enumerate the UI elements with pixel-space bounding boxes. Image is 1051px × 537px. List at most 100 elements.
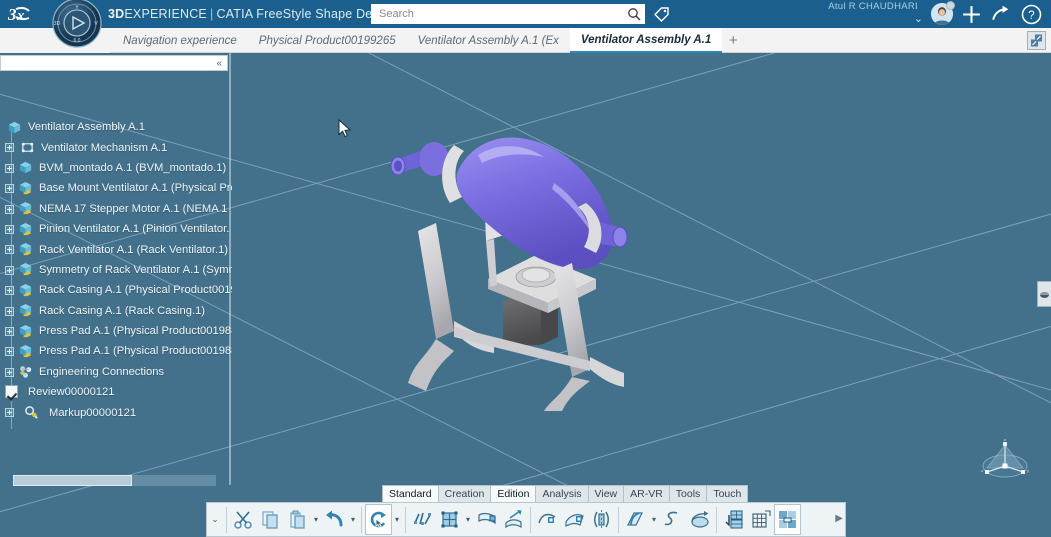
search-icon[interactable]: [627, 7, 641, 21]
dassault-systemes-logo[interactable]: 3 x: [0, 0, 46, 28]
control-points-button[interactable]: [409, 504, 436, 535]
tree-expander[interactable]: [5, 326, 14, 336]
grid-corner-button[interactable]: [747, 504, 774, 535]
curve-edit-button[interactable]: [534, 504, 561, 535]
tree-item-label: Press Pad A.1 (Physical Product001988: [39, 325, 232, 338]
tab-ventilator-assembly[interactable]: Ventilator Assembly A.1: [569, 28, 723, 53]
share-button[interactable]: [990, 3, 1013, 26]
tree-horizontal-scrollbar[interactable]: [13, 475, 216, 486]
tree-expander[interactable]: [5, 367, 14, 377]
surface-mesh-dropdown[interactable]: ▾: [463, 504, 473, 535]
part-icon: [19, 304, 32, 317]
tree-expander[interactable]: [5, 245, 14, 255]
tree-expander[interactable]: [5, 408, 14, 418]
tree-expander[interactable]: [5, 184, 14, 194]
user-menu-caret[interactable]: ⌄: [914, 12, 923, 25]
tree-expander[interactable]: [5, 347, 14, 357]
tab-edition[interactable]: Edition: [490, 485, 536, 502]
extrude-surface-button[interactable]: [473, 504, 500, 535]
tree-expander[interactable]: [5, 224, 14, 234]
update-refresh-icon: [370, 511, 386, 529]
add-button[interactable]: [960, 3, 983, 26]
tree-row[interactable]: Review00000121: [0, 382, 232, 402]
tab-tools[interactable]: Tools: [668, 485, 707, 502]
fillet-surface-button[interactable]: [622, 504, 649, 535]
tab-view[interactable]: View: [587, 485, 624, 502]
tree-row[interactable]: NEMA 17 Stepper Motor A.1 (NEMA 1: [0, 199, 232, 219]
toolbar-separator: [361, 506, 362, 533]
review-checkbox[interactable]: [5, 385, 18, 399]
tree-row[interactable]: Press Pad A.1 (Physical Product001988: [0, 321, 232, 341]
tree-row[interactable]: Base Mount Ventilator A.1 (Physical Pro: [0, 178, 232, 198]
grid-transform-button[interactable]: [720, 504, 747, 535]
action-bar: Standard Creation Edition Analysis View …: [206, 485, 846, 537]
tree-expander[interactable]: [5, 286, 14, 296]
undo-dropdown[interactable]: ▾: [348, 504, 358, 535]
stretch-surface-icon: [504, 510, 522, 529]
tree-row[interactable]: Pinion Ventilator A.1 (Pinion Ventilator…: [0, 219, 232, 239]
help-button[interactable]: ?: [1020, 3, 1043, 26]
tree-row[interactable]: Markup00000121: [0, 402, 232, 422]
cut-button[interactable]: [230, 504, 257, 535]
axis-tripod-icon[interactable]: z x y: [977, 435, 1033, 485]
tree-expander[interactable]: [5, 143, 14, 153]
update-dropdown[interactable]: ▾: [392, 504, 402, 535]
part-icon: [19, 344, 32, 358]
symmetry-icon: [594, 510, 609, 529]
patch-edit-button[interactable]: [561, 504, 588, 535]
add-tab-button[interactable]: +: [722, 28, 744, 53]
compass-icon[interactable]: Y 3D V 6.0: [46, 0, 108, 50]
paste-dropdown[interactable]: ▾: [311, 504, 321, 535]
surface-mesh-button[interactable]: [436, 504, 463, 535]
tree-expander[interactable]: [5, 306, 14, 316]
tab-standard[interactable]: Standard: [382, 485, 438, 502]
copy-button[interactable]: [257, 504, 284, 535]
action-bar-collapse-caret[interactable]: ⌄: [207, 503, 223, 536]
experience-compass[interactable]: Y 3D V 6.0: [46, 0, 108, 50]
tree-scrollbar-thumb[interactable]: [13, 475, 132, 486]
tree-item-label: Symmetry of Rack Ventilator A.1 (Symn: [39, 263, 232, 276]
tree-row[interactable]: Engineering Connections: [0, 362, 232, 382]
tree-expander[interactable]: [5, 204, 14, 214]
user-name-label: Atul R CHAUDHARI: [828, 1, 918, 12]
tab-touch[interactable]: Touch: [706, 485, 749, 502]
search-box[interactable]: [371, 4, 645, 24]
search-input[interactable]: [379, 8, 627, 20]
tree-filter-bar[interactable]: «: [0, 55, 228, 71]
fill-surface-button[interactable]: [686, 504, 713, 535]
undo-button[interactable]: [321, 504, 348, 535]
tree-expander[interactable]: [5, 163, 14, 173]
tree-row[interactable]: Rack Ventilator A.1 (Rack Ventilator.1): [0, 239, 232, 259]
tab-ventilator-assembly-ex[interactable]: Ventilator Assembly A.1 (Ex: [407, 28, 570, 53]
tree-row[interactable]: Rack Casing A.1 (Physical Product0019: [0, 280, 232, 300]
tree-expander[interactable]: [5, 265, 14, 275]
maximize-view-button[interactable]: [1027, 31, 1046, 50]
toolbar-separator: [405, 506, 406, 533]
tab-analysis[interactable]: Analysis: [535, 485, 588, 502]
paste-button[interactable]: [284, 504, 311, 535]
tab-ar-vr[interactable]: AR-VR: [623, 485, 669, 502]
texture-patch-button[interactable]: [774, 504, 801, 535]
sketch-curve-button[interactable]: [659, 504, 686, 535]
fillet-dropdown[interactable]: ▾: [649, 504, 659, 535]
tree-row[interactable]: BVM_montado A.1 (BVM_montado.1): [0, 158, 232, 178]
tab-physical-product[interactable]: Physical Product00199265: [248, 28, 407, 53]
side-panel-handle[interactable]: [1037, 281, 1051, 307]
ventilator-assembly-model[interactable]: [358, 111, 678, 411]
toolbar-separator: [618, 506, 619, 533]
tree-row[interactable]: Ventilator Mechanism A.1: [0, 137, 232, 157]
part-icon: [19, 202, 32, 215]
tree-row[interactable]: Ventilator Assembly A.1: [0, 117, 232, 137]
tab-creation[interactable]: Creation: [437, 485, 491, 502]
tree-row[interactable]: Press Pad A.1 (Physical Product001988: [0, 341, 232, 361]
tree-row[interactable]: Rack Casing A.1 (Rack Casing.1): [0, 301, 232, 321]
tree-row[interactable]: Symmetry of Rack Ventilator A.1 (Symn: [0, 260, 232, 280]
tag-icon[interactable]: [652, 4, 672, 24]
stretch-surface-button[interactable]: [500, 504, 527, 535]
tree-collapse-chevron[interactable]: «: [216, 58, 222, 69]
tab-navigation-experience[interactable]: Navigation experience: [112, 28, 248, 53]
symmetry-button[interactable]: [588, 504, 615, 535]
compass-label-left: 3D: [54, 21, 61, 27]
update-button[interactable]: [365, 504, 392, 535]
toolbar-overflow-caret[interactable]: ▶: [835, 513, 843, 524]
